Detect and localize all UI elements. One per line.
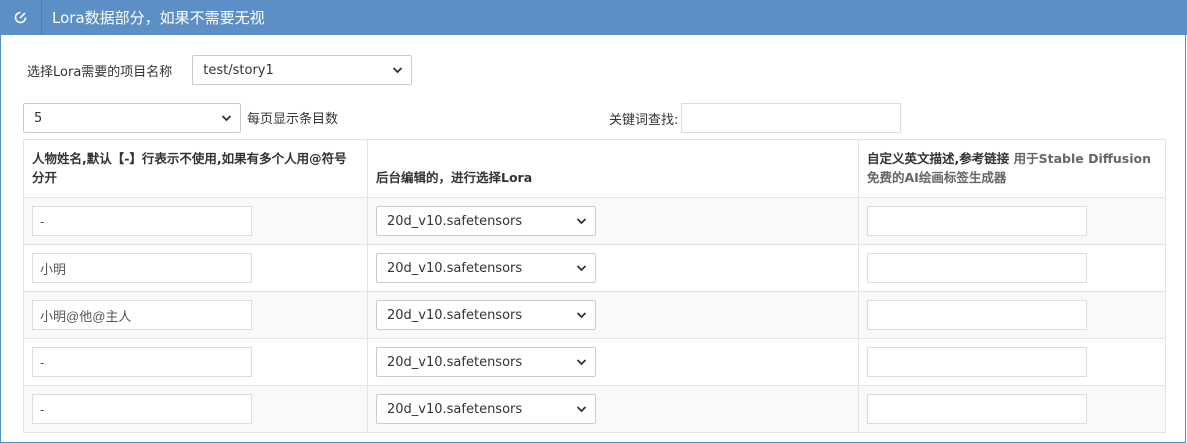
lora-select[interactable]: 20d_v10.safetensors [376,206,596,236]
cell-description [858,291,1166,339]
character-name-input[interactable] [32,206,252,236]
description-input[interactable] [867,300,1087,330]
page-size-wrap[interactable]: 5 [23,103,241,133]
page-size-select[interactable]: 5 [23,103,241,133]
lora-select-wrap[interactable]: 20d_v10.safetensors [376,206,596,236]
panel-title: Lora数据部分，如果不需要无视 [52,9,265,27]
character-name-input[interactable] [32,300,252,330]
cell-description [858,244,1166,292]
cell-character-name [23,385,368,433]
table-header-row: 人物姓名,默认【-】行表示不使用,如果有多个人用@符号分开 后台编辑的，进行选择… [23,139,1166,198]
description-input[interactable] [867,394,1087,424]
edit-icon[interactable] [0,0,42,35]
panel-header: Lora数据部分，如果不需要无视 [0,0,1187,35]
cell-character-name [23,244,368,292]
cell-character-name [23,291,368,339]
lora-select-wrap[interactable]: 20d_v10.safetensors [376,394,596,424]
search-input[interactable] [681,103,902,133]
header-character-name[interactable]: 人物姓名,默认【-】行表示不使用,如果有多个人用@符号分开 [23,139,368,198]
character-name-input[interactable] [32,394,252,424]
project-select[interactable]: test/story1 [192,55,413,85]
table-toolbar: 5 每页显示条目数 关键词查找: [23,103,1165,133]
lora-select[interactable]: 20d_v10.safetensors [376,394,596,424]
cell-lora: 20d_v10.safetensors [367,197,859,245]
lora-select[interactable]: 20d_v10.safetensors [376,253,596,283]
project-select-wrap[interactable]: test/story1 [192,55,413,85]
description-input[interactable] [867,206,1087,236]
search-control: 关键词查找: [609,103,902,133]
lora-select-wrap[interactable]: 20d_v10.safetensors [376,253,596,283]
cell-character-name [23,197,368,245]
table-row: 20d_v10.safetensors [23,385,1166,433]
cell-description [858,197,1166,245]
search-label: 关键词查找: [609,112,679,128]
character-name-input[interactable] [32,253,252,283]
character-name-input[interactable] [32,347,252,377]
lora-select-wrap[interactable]: 20d_v10.safetensors [376,347,596,377]
cell-lora: 20d_v10.safetensors [367,244,859,292]
cell-description [858,338,1166,386]
cell-lora: 20d_v10.safetensors [367,338,859,386]
project-select-row: 选择Lora需要的项目名称 test/story1 [27,55,413,85]
edit-icon-glyph [14,11,27,24]
cell-lora: 20d_v10.safetensors [367,291,859,339]
header-custom-description[interactable]: 自定义英文描述,参考链接 用于Stable Diffusion免费的AI绘画标签… [858,139,1166,198]
description-input[interactable] [867,253,1087,283]
header-lora-select[interactable]: 后台编辑的，进行选择Lora [367,139,859,198]
lora-select[interactable]: 20d_v10.safetensors [376,347,596,377]
table-row: 20d_v10.safetensors [23,244,1166,292]
table-row: 20d_v10.safetensors [23,197,1166,245]
lora-panel: Lora数据部分，如果不需要无视 选择Lora需要的项目名称 test/stor… [0,0,1187,443]
page-size-label: 每页显示条目数 [247,111,339,127]
page-size-control: 5 每页显示条目数 [23,103,338,133]
lora-select[interactable]: 20d_v10.safetensors [376,300,596,330]
project-select-label: 选择Lora需要的项目名称 [27,64,173,80]
cell-lora: 20d_v10.safetensors [367,385,859,433]
cell-description [858,385,1166,433]
cell-character-name [23,338,368,386]
lora-select-wrap[interactable]: 20d_v10.safetensors [376,300,596,330]
description-input[interactable] [867,347,1087,377]
lora-table: 人物姓名,默认【-】行表示不使用,如果有多个人用@符号分开 后台编辑的，进行选择… [23,139,1166,433]
table-row: 20d_v10.safetensors [23,338,1166,386]
table-row: 20d_v10.safetensors [23,291,1166,339]
